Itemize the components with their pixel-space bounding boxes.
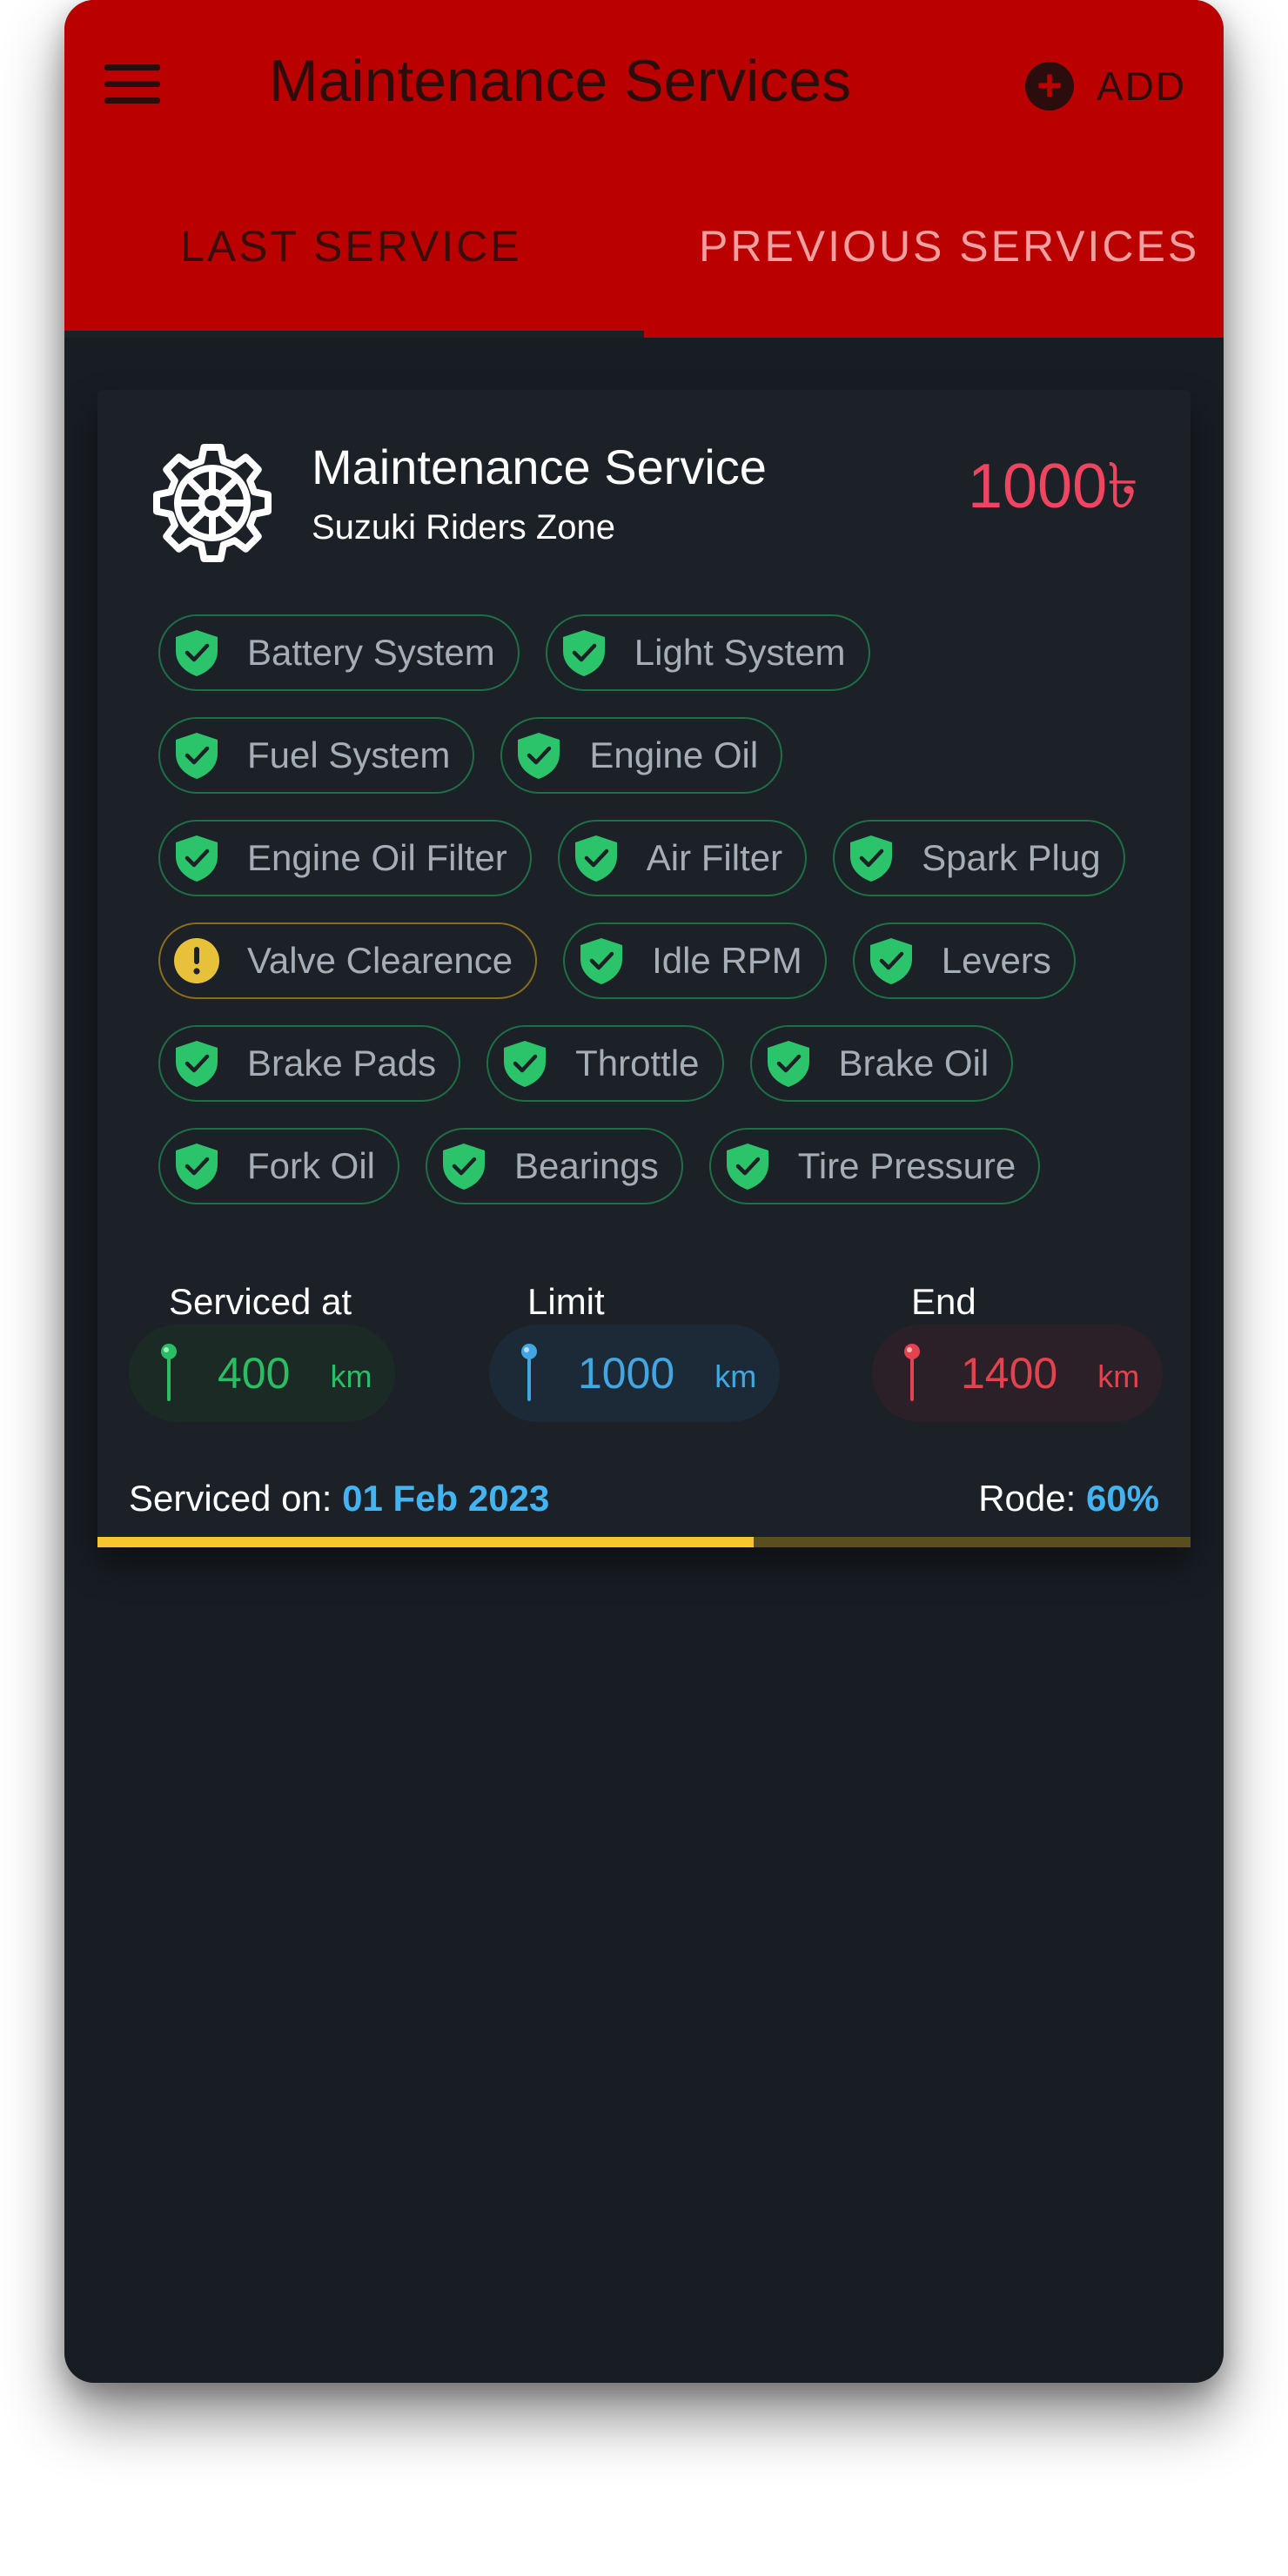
checklist-chip[interactable]: Battery System [158, 614, 520, 691]
checklist-chip[interactable]: Engine Oil Filter [158, 820, 532, 896]
end-value: 1400 [961, 1349, 1058, 1398]
checklist-chip-label: Tire Pressure [797, 1145, 1016, 1186]
checklist-chip-label: Air Filter [646, 837, 783, 878]
limit-pill: 1000 km [489, 1325, 780, 1422]
checklist-chip-label: Engine Oil [589, 735, 759, 775]
checklist-chip-label: Engine Oil Filter [247, 837, 507, 878]
checklist-chip-label: Spark Plug [922, 837, 1101, 878]
shield-check-icon [176, 1144, 218, 1190]
shield-check-icon [443, 1144, 485, 1190]
end-label: End [911, 1281, 976, 1322]
tab-indicator [64, 331, 644, 338]
map-pin-icon [161, 1344, 177, 1401]
checklist-chip-label: Idle RPM [652, 940, 802, 981]
checklist-chip[interactable]: Brake Pads [158, 1025, 461, 1102]
gear-icon [153, 444, 272, 562]
checklist-chip-label: Levers [941, 940, 1051, 981]
serviced-on-label: Serviced on: [129, 1478, 332, 1519]
warning-icon [174, 938, 219, 983]
phone-screen: Maintenance Services + ADD LAST SERVICE … [64, 0, 1224, 2383]
serviced-on-date: 01 Feb 2023 [342, 1478, 550, 1519]
checklist-chip[interactable]: Fork Oil [158, 1128, 399, 1204]
service-card[interactable]: Maintenance Service Suzuki Riders Zone 1… [97, 390, 1191, 1547]
checklist-chip[interactable]: Engine Oil [500, 717, 783, 794]
app-bar: Maintenance Services + ADD LAST SERVICE … [64, 0, 1224, 338]
checklist-chip[interactable]: Fuel System [158, 717, 475, 794]
checklist-chip[interactable]: Idle RPM [563, 922, 827, 999]
shield-check-icon [176, 733, 218, 779]
checklist-chip-label: Brake Pads [247, 1043, 437, 1083]
checklist-chip-label: Throttle [575, 1043, 700, 1083]
rode: Rode: 60% [978, 1478, 1159, 1519]
limit-value: 1000 [578, 1349, 675, 1398]
menu-icon[interactable] [104, 64, 160, 104]
add-circle-icon: + [1025, 62, 1074, 111]
checklist-chip-label: Fork Oil [247, 1145, 375, 1186]
checklist-chip[interactable]: Valve Clearence [158, 922, 538, 999]
checklist-chip[interactable]: Spark Plug [833, 820, 1125, 896]
rode-value: 60% [1085, 1478, 1159, 1519]
checklist-chip-label: Bearings [514, 1145, 659, 1186]
checklist-row: Battery System Light System [158, 614, 1159, 694]
add-button[interactable]: + ADD [1025, 59, 1186, 113]
rode-progress-bar [97, 1537, 1191, 1547]
serviced-at-pill: 400 km [129, 1325, 395, 1422]
serviced-on: Serviced on: 01 Feb 2023 [129, 1478, 549, 1519]
shield-check-icon [176, 630, 218, 676]
serviced-at-value: 400 [218, 1349, 291, 1398]
checklist: Battery System Light System Fuel System Eng… [158, 614, 1159, 1231]
checklist-chip-label: Valve Clearence [247, 940, 513, 981]
checklist-chip[interactable]: Throttle [486, 1025, 724, 1102]
shield-check-icon [562, 630, 605, 676]
checklist-chip[interactable]: Air Filter [557, 820, 808, 896]
shield-check-icon [176, 1041, 218, 1087]
add-button-label: ADD [1097, 64, 1187, 109]
checklist-row: Brake Pads Throttle Brake Oil [158, 1025, 1159, 1105]
shield-check-icon [869, 938, 912, 984]
shield-check-icon [580, 938, 623, 984]
serviced-at-label: Serviced at [169, 1281, 352, 1322]
shield-check-icon [504, 1041, 547, 1087]
checklist-row: Valve Clearence Idle RPM Levers [158, 922, 1159, 1003]
shield-check-icon [518, 733, 560, 779]
checklist-chip-label: Light System [634, 632, 846, 673]
map-pin-icon [521, 1344, 537, 1401]
end-pill: 1400 km [872, 1325, 1163, 1422]
checklist-row: Fork Oil Bearings Tire Pressure [158, 1128, 1159, 1208]
checklist-chip-label: Brake Oil [838, 1043, 989, 1083]
limit-unit: km [714, 1358, 757, 1394]
end-unit: km [1097, 1358, 1140, 1394]
shield-check-icon [767, 1041, 809, 1087]
serviced-at-unit: km [330, 1358, 372, 1394]
checklist-chip-label: Fuel System [247, 735, 451, 775]
shield-check-icon [850, 835, 893, 882]
checklist-chip[interactable]: Tire Pressure [708, 1128, 1041, 1204]
shield-check-icon [176, 835, 218, 882]
tab-last-service[interactable]: LAST SERVICE [180, 221, 522, 272]
checklist-chip[interactable]: Levers [852, 922, 1076, 999]
map-pin-icon [904, 1344, 920, 1401]
rode-label: Rode: [978, 1478, 1077, 1519]
checklist-chip[interactable]: Brake Oil [749, 1025, 1014, 1102]
service-title: Maintenance Service [312, 439, 767, 494]
checklist-row: Engine Oil Filter Air Filter Spark Plug [158, 820, 1159, 900]
checklist-chip[interactable]: Light System [545, 614, 870, 691]
checklist-chip[interactable]: Bearings [426, 1128, 683, 1204]
shield-check-icon [574, 835, 617, 882]
service-provider: Suzuki Riders Zone [312, 508, 616, 547]
page-title: Maintenance Services [269, 48, 852, 114]
shield-check-icon [726, 1144, 768, 1190]
tab-previous-services[interactable]: PREVIOUS SERVICES [699, 221, 1199, 272]
limit-label: Limit [527, 1281, 605, 1322]
checklist-row: Fuel System Engine Oil [158, 717, 1159, 797]
rode-progress-fill [97, 1537, 754, 1547]
service-price: 1000৳ [967, 452, 1138, 521]
checklist-chip-label: Battery System [247, 632, 495, 673]
